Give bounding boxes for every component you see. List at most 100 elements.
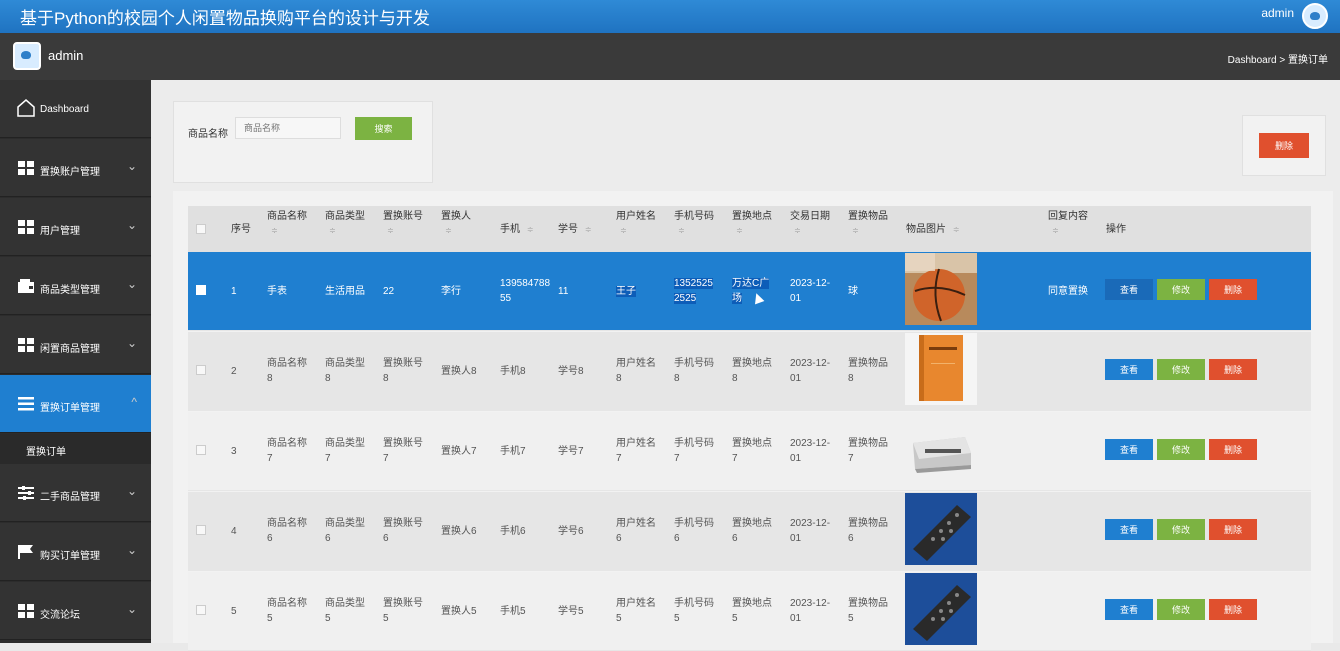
sort-icon[interactable]: ≑ [387, 224, 423, 238]
cell-username: 用户姓名7 [616, 438, 656, 464]
bulk-delete-button[interactable]: 删除 [1259, 133, 1309, 158]
col-header-label: 手机号码 [674, 211, 714, 222]
cell-item: 置换物品7 [848, 438, 888, 464]
cell-item: 球 [848, 286, 858, 297]
col-header-place[interactable]: 置换地点 ≑ [732, 210, 772, 238]
cell-mobile: 手机号码5 [674, 598, 714, 624]
row-checkbox[interactable] [196, 605, 206, 615]
sort-icon[interactable]: ≑ [678, 224, 714, 238]
col-header-student-id[interactable]: 学号 ≑ [558, 223, 591, 237]
cell-item: 置换物品5 [848, 598, 888, 624]
edit-button[interactable]: 修改 [1157, 439, 1205, 460]
cell-place: 置换地点8 [732, 358, 772, 384]
table-header: 序号 商品名称 ≑ 商品类型 ≑ 置换账号 ≑ 置换人 ≑ 手机 ≑ 学号 ≑ 用户姓名… [188, 206, 1311, 252]
row-checkbox[interactable] [196, 285, 206, 295]
sort-icon[interactable]: ≑ [585, 225, 592, 234]
view-button[interactable]: 查看 [1105, 519, 1153, 540]
cell-account: 置换账号6 [383, 518, 423, 544]
sidebar-item-label: 闲置商品管理 [40, 344, 100, 355]
sort-icon[interactable]: ≑ [736, 224, 772, 238]
col-header-image[interactable]: 物品图片 ≑ [906, 223, 959, 237]
cell-place: 置换地点6 [732, 518, 772, 544]
col-header-account[interactable]: 置换账号 ≑ [383, 210, 423, 238]
delete-button[interactable]: 删除 [1209, 279, 1257, 300]
search-button[interactable]: 搜索 [355, 117, 412, 140]
col-header-item[interactable]: 置换物品 ≑ [848, 210, 888, 238]
cell-date: 2023-12-01 [790, 518, 831, 544]
chevron-up-icon: ^ [131, 395, 137, 409]
row-checkbox[interactable] [196, 365, 206, 375]
col-header-label: 置换地点 [732, 211, 772, 222]
delete-button[interactable]: 删除 [1209, 599, 1257, 620]
sidebar-item-label: Dashboard [40, 104, 89, 115]
edit-button[interactable]: 修改 [1157, 359, 1205, 380]
sort-icon[interactable]: ≑ [1052, 224, 1088, 238]
header-avatar[interactable] [1302, 3, 1328, 29]
view-button[interactable]: 查看 [1105, 599, 1153, 620]
cell-name: 商品名称5 [267, 598, 307, 624]
sidebar-item-dashboard[interactable]: Dashboard [0, 80, 151, 138]
sidebar-subitem-label: 置换订单 [26, 447, 66, 458]
sort-icon[interactable]: ≑ [794, 224, 830, 238]
delete-button[interactable]: 删除 [1209, 439, 1257, 460]
sidebar-item-secondhand[interactable]: 二手商品管理 ⌄ [0, 464, 151, 522]
col-header-phone[interactable]: 手机 ≑ [500, 223, 533, 237]
sidebar-item-swap-accounts[interactable]: 置换账户管理 ⌄ [0, 139, 151, 197]
view-button[interactable]: 查看 [1105, 439, 1153, 460]
sidebar-item-label: 二手商品管理 [40, 492, 100, 503]
sidebar-item-forum[interactable]: 交流论坛 ⌄ [0, 582, 151, 640]
col-header-person[interactable]: 置换人 ≑ [441, 210, 471, 238]
col-header-reply[interactable]: 回复内容 ≑ [1048, 210, 1088, 238]
header-username[interactable]: admin [1261, 6, 1294, 20]
sort-icon[interactable]: ≑ [620, 224, 656, 238]
sidebar-item-swap-orders[interactable]: 置换订单管理 ^ [0, 375, 151, 433]
edit-button[interactable]: 修改 [1157, 279, 1205, 300]
sidebar-item-purchase-orders[interactable]: 购买订单管理 ⌄ [0, 523, 151, 581]
cell-type: 商品类型6 [325, 518, 365, 544]
sort-icon[interactable]: ≑ [271, 224, 307, 238]
sidebar-item-idle-products[interactable]: 闲置商品管理 ⌄ [0, 316, 151, 374]
sidebar-item-product-types[interactable]: 商品类型管理 ⌄ [0, 257, 151, 315]
cell-type: 商品类型5 [325, 598, 365, 624]
search-input[interactable] [235, 117, 341, 139]
col-header-username[interactable]: 用户姓名 ≑ [616, 210, 656, 238]
edit-button[interactable]: 修改 [1157, 519, 1205, 540]
sort-icon[interactable]: ≑ [527, 225, 534, 234]
sidebar-subitem-swap-orders[interactable]: 置换订单 [0, 434, 151, 464]
sort-icon[interactable]: ≑ [329, 224, 365, 238]
grid-icon [18, 604, 34, 618]
delete-button[interactable]: 删除 [1209, 359, 1257, 380]
col-header-mobile[interactable]: 手机号码 ≑ [674, 210, 714, 238]
table-row[interactable]: 5 商品名称5 商品类型5 置换账号5 置换人5 手机5 学号5 用户姓名5 手… [188, 572, 1311, 651]
item-image-basketball [905, 253, 977, 325]
select-all-checkbox[interactable] [196, 224, 206, 234]
col-header-no: 序号 [231, 224, 251, 235]
view-button[interactable]: 查看 [1105, 279, 1153, 300]
cell-place: 置换地点5 [732, 598, 772, 624]
cell-reply: 同意置换 [1048, 286, 1088, 297]
col-header-name[interactable]: 商品名称 ≑ [267, 210, 307, 238]
item-image-remote [905, 573, 977, 645]
sidebar-item-users[interactable]: 用户管理 ⌄ [0, 198, 151, 256]
cell-name: 商品名称6 [267, 518, 307, 544]
edit-button[interactable]: 修改 [1157, 599, 1205, 620]
col-header-date[interactable]: 交易日期 ≑ [790, 210, 830, 238]
table-row[interactable]: 2 商品名称8 商品类型8 置换账号8 置换人8 手机8 学号8 用户姓名8 手… [188, 332, 1311, 411]
table-row[interactable]: 3 商品名称7 商品类型7 置换账号7 置换人7 手机7 学号7 用户姓名7 手… [188, 412, 1311, 491]
row-checkbox[interactable] [196, 445, 206, 455]
table-row[interactable]: 4 商品名称6 商品类型6 置换账号6 置换人6 手机6 学号6 用户姓名6 手… [188, 492, 1311, 571]
sort-icon[interactable]: ≑ [953, 225, 960, 234]
cell-username: 王子 [616, 284, 666, 299]
cell-student-id: 11 [558, 286, 569, 297]
search-label: 商品名称 [188, 129, 228, 140]
cell-mobile: 13525252525 [674, 276, 718, 306]
col-header-type[interactable]: 商品类型 ≑ [325, 210, 365, 238]
table-row[interactable]: 1 手表 生活用品 22 李行 13958478855 11 王子 135252… [188, 252, 1311, 331]
col-header-label: 置换物品 [848, 211, 888, 222]
chevron-down-icon: ⌄ [126, 277, 137, 291]
view-button[interactable]: 查看 [1105, 359, 1153, 380]
sort-icon[interactable]: ≑ [445, 224, 471, 238]
sort-icon[interactable]: ≑ [852, 224, 888, 238]
row-checkbox[interactable] [196, 525, 206, 535]
delete-button[interactable]: 删除 [1209, 519, 1257, 540]
